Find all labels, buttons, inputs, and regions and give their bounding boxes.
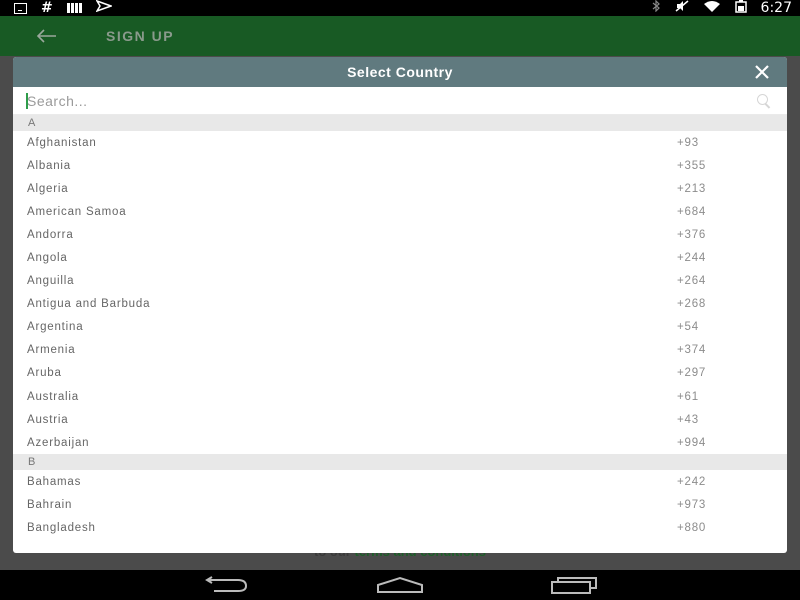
dial-code: +264 [677,275,707,288]
dial-code: +376 [677,228,707,241]
status-left: # [14,0,113,16]
dial-code: +93 [677,136,699,149]
country-row[interactable]: American Samoa +684 [13,200,787,223]
country-name: Albania [27,159,71,172]
country-row[interactable]: Andorra +376 [13,223,787,246]
country-name: Bangladesh [27,522,96,535]
country-row[interactable]: Bahrain +973 [13,493,787,516]
screen: # 6:27 SIGN UP Select Country Search... … [0,0,800,600]
dial-code: +244 [677,252,707,265]
country-row[interactable]: Argentina +54 [13,316,787,339]
app-title: SIGN UP [106,28,175,44]
dial-code: +268 [677,298,707,311]
hash-icon: # [41,0,53,16]
country-row[interactable]: Australia +61 [13,385,787,408]
country-name: Afghanistan [27,136,97,149]
dial-code: +297 [677,367,707,380]
dial-code: +213 [677,182,707,195]
bars-icon [66,3,82,13]
back-icon [205,576,248,592]
country-name: Angola [27,252,68,265]
country-row[interactable]: Austria +43 [13,408,787,431]
dial-code: +61 [677,390,699,403]
dial-code: +374 [677,344,707,357]
country-name: Anguilla [27,275,75,288]
country-name: Algeria [27,182,69,195]
country-row[interactable]: Algeria +213 [13,177,787,200]
send-icon [95,0,113,16]
country-row[interactable]: Bahamas +242 [13,470,787,493]
text-cursor [26,93,28,109]
arrow-left-icon[interactable] [36,24,66,48]
country-row[interactable]: Azerbaijan +994 [13,431,787,454]
country-picker-dialog: Select Country A Afghanistan +93 Albania +35… [13,57,787,553]
dial-code: +684 [677,205,707,218]
section-header-b: B [13,454,787,471]
dialog-header: Select Country [13,57,787,87]
country-row[interactable]: Anguilla +264 [13,270,787,293]
wifi-icon [703,0,721,16]
country-list: A Afghanistan +93 Albania +355 Algeria +213 Ame… [13,115,787,540]
country-row[interactable]: Bangladesh +880 [13,517,787,540]
country-name: American Samoa [27,205,127,218]
home-icon [377,576,423,593]
close-icon [755,65,769,79]
status-time: 6:27 [760,0,792,16]
nav-back-button[interactable] [202,576,250,594]
country-row[interactable]: Afghanistan +93 [13,131,787,154]
country-name: Armenia [27,344,76,357]
search-row [13,87,787,115]
dial-code: +355 [677,159,707,172]
section-header-a: A [13,115,787,131]
country-row[interactable]: Angola +244 [13,246,787,269]
dial-code: +880 [677,522,707,535]
country-name: Aruba [27,367,62,380]
close-button[interactable] [753,63,771,81]
country-row[interactable]: Antigua and Barbuda +268 [13,293,787,316]
dial-code: +54 [677,321,699,334]
country-name: Azerbaijan [27,436,90,449]
bluetooth-icon [651,0,661,16]
country-row[interactable]: Armenia +374 [13,339,787,362]
country-name: Austria [27,413,69,426]
country-name: Argentina [27,321,84,334]
nav-home-button[interactable] [376,576,424,594]
country-row[interactable]: Aruba +297 [13,362,787,385]
download-icon [14,2,27,14]
country-name: Australia [27,390,79,403]
mute-icon [675,0,689,16]
search-icon[interactable] [757,94,771,108]
status-right: 6:27 [651,0,792,17]
nav-recents-button[interactable] [550,576,598,594]
dial-code: +43 [677,413,699,426]
navigation-bar [0,570,800,600]
app-bar: SIGN UP [0,16,800,56]
recents-icon [551,577,597,594]
country-name: Bahrain [27,498,73,511]
search-input[interactable] [13,88,713,113]
dial-code: +994 [677,436,707,449]
battery-icon [734,0,747,17]
dial-code: +242 [677,475,707,488]
country-row[interactable]: Albania +355 [13,154,787,177]
dial-code: +973 [677,498,707,511]
country-name: Andorra [27,228,74,241]
dialog-title: Select Country [347,64,453,80]
country-name: Bahamas [27,475,82,488]
country-name: Antigua and Barbuda [27,298,151,311]
status-bar: # 6:27 [0,0,800,16]
